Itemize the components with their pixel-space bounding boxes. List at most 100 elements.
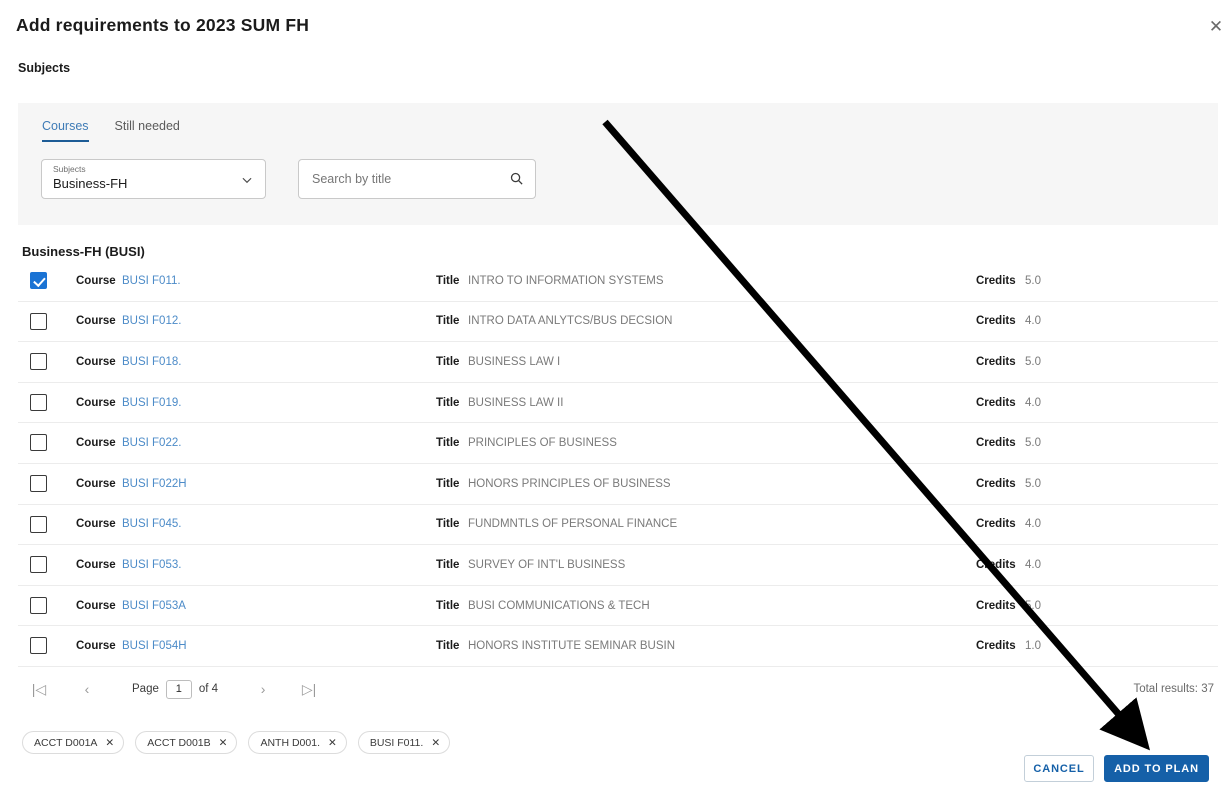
close-icon[interactable]: ✕ bbox=[105, 737, 114, 749]
row-checkbox[interactable] bbox=[30, 597, 47, 614]
credits-label: Credits bbox=[976, 397, 1016, 409]
credits-value: 1.0 bbox=[1025, 640, 1041, 652]
title-label: Title bbox=[436, 559, 459, 571]
course-code-link[interactable]: BUSI F012. bbox=[122, 315, 181, 327]
search-box bbox=[298, 159, 536, 199]
title-label: Title bbox=[436, 315, 459, 327]
course-title-value: PRINCIPLES OF BUSINESS bbox=[468, 437, 617, 449]
credits-label: Credits bbox=[976, 437, 1016, 449]
close-icon[interactable]: ✕ bbox=[219, 737, 228, 749]
credits-value: 5.0 bbox=[1025, 478, 1041, 490]
course-code-link[interactable]: BUSI F018. bbox=[122, 356, 181, 368]
course-code-link[interactable]: BUSI F053. bbox=[122, 559, 181, 571]
filter-panel: Courses Still needed Subjects Business-F… bbox=[18, 103, 1218, 225]
row-checkbox[interactable] bbox=[30, 434, 47, 451]
course-label: Course bbox=[76, 437, 116, 449]
row-checkbox[interactable] bbox=[30, 556, 47, 573]
row-checkbox[interactable] bbox=[30, 272, 47, 289]
table-row: Course BUSI F019. Title BUSINESS LAW II … bbox=[18, 383, 1218, 424]
tab-still-needed-label: Still needed bbox=[115, 119, 180, 133]
title-label: Title bbox=[436, 640, 459, 652]
page-total-label: of 4 bbox=[199, 683, 218, 695]
tab-bar: Courses Still needed bbox=[42, 119, 180, 142]
table-row: Course BUSI F011. Title INTRO TO INFORMA… bbox=[18, 261, 1218, 302]
title-label: Title bbox=[436, 518, 459, 530]
row-checkbox[interactable] bbox=[30, 516, 47, 533]
table-row: Course BUSI F045. Title FUNDMNTLS OF PER… bbox=[18, 505, 1218, 546]
add-to-plan-button[interactable]: ADD TO PLAN bbox=[1104, 755, 1209, 782]
course-title-value: BUSINESS LAW I bbox=[468, 356, 560, 368]
credits-value: 5.0 bbox=[1025, 600, 1041, 612]
course-label: Course bbox=[76, 640, 116, 652]
course-label: Course bbox=[76, 315, 116, 327]
list-item[interactable]: BUSI F011. ✕ bbox=[358, 731, 450, 754]
course-code-link[interactable]: BUSI F053A bbox=[122, 600, 186, 612]
row-checkbox[interactable] bbox=[30, 475, 47, 492]
row-checkbox[interactable] bbox=[30, 637, 47, 654]
subjects-select-label: Subjects bbox=[53, 164, 86, 174]
row-checkbox[interactable] bbox=[30, 313, 47, 330]
page-title: Add requirements to 2023 SUM FH bbox=[16, 15, 309, 36]
credits-value: 5.0 bbox=[1025, 356, 1041, 368]
course-label: Course bbox=[76, 600, 116, 612]
total-results: Total results: 37 bbox=[1133, 683, 1214, 695]
group-heading: Business-FH (BUSI) bbox=[22, 244, 145, 259]
credits-value: 5.0 bbox=[1025, 275, 1041, 287]
table-row: Course BUSI F018. Title BUSINESS LAW I C… bbox=[18, 342, 1218, 383]
credits-label: Credits bbox=[976, 518, 1016, 530]
course-label: Course bbox=[76, 518, 116, 530]
course-list: Course BUSI F011. Title INTRO TO INFORMA… bbox=[18, 261, 1218, 667]
add-requirements-dialog: Add requirements to 2023 SUM FH ✕ Subjec… bbox=[0, 0, 1225, 794]
row-checkbox[interactable] bbox=[30, 353, 47, 370]
row-checkbox[interactable] bbox=[30, 394, 47, 411]
credits-value: 4.0 bbox=[1025, 315, 1041, 327]
list-item[interactable]: ACCT D001A ✕ bbox=[22, 731, 124, 754]
course-code-link[interactable]: BUSI F045. bbox=[122, 518, 181, 530]
list-item[interactable]: ACCT D001B ✕ bbox=[135, 731, 237, 754]
course-code-link[interactable]: BUSI F022. bbox=[122, 437, 181, 449]
chip-label: ACCT D001B bbox=[147, 737, 210, 749]
dialog-actions: CANCEL ADD TO PLAN bbox=[1024, 755, 1209, 782]
course-code-link[interactable]: BUSI F011. bbox=[122, 275, 181, 287]
close-icon[interactable]: ✕ bbox=[1203, 14, 1225, 40]
subjects-select[interactable]: Subjects Business-FH bbox=[41, 159, 266, 199]
course-code-link[interactable]: BUSI F054H bbox=[122, 640, 187, 652]
tab-courses-label: Courses bbox=[42, 119, 89, 133]
cancel-button[interactable]: CANCEL bbox=[1024, 755, 1094, 782]
previous-page-icon[interactable]: ‹ bbox=[76, 681, 98, 697]
course-label: Course bbox=[76, 397, 116, 409]
subjects-section-label: Subjects bbox=[18, 61, 70, 75]
credits-label: Credits bbox=[976, 315, 1016, 327]
credits-label: Credits bbox=[976, 640, 1016, 652]
close-icon[interactable]: ✕ bbox=[431, 737, 440, 749]
credits-value: 4.0 bbox=[1025, 559, 1041, 571]
course-label: Course bbox=[76, 478, 116, 490]
credits-label: Credits bbox=[976, 478, 1016, 490]
last-page-icon[interactable]: ▷| bbox=[298, 681, 320, 698]
search-icon[interactable] bbox=[509, 171, 524, 186]
list-item[interactable]: ANTH D001. ✕ bbox=[248, 731, 346, 754]
tab-courses[interactable]: Courses bbox=[42, 119, 89, 142]
course-label: Course bbox=[76, 559, 116, 571]
first-page-icon[interactable]: |◁ bbox=[28, 681, 50, 698]
table-row: Course BUSI F022. Title PRINCIPLES OF BU… bbox=[18, 423, 1218, 464]
page-input[interactable] bbox=[166, 680, 192, 699]
tab-still-needed[interactable]: Still needed bbox=[115, 119, 180, 142]
course-title-value: SURVEY OF INT'L BUSINESS bbox=[468, 559, 625, 571]
table-row: Course BUSI F054H Title HONORS INSTITUTE… bbox=[18, 626, 1218, 667]
title-label: Title bbox=[436, 397, 459, 409]
pagination: |◁ ‹ Page of 4 › ▷| Total results: 37 bbox=[18, 668, 1218, 710]
search-input[interactable] bbox=[310, 160, 500, 198]
course-code-link[interactable]: BUSI F022H bbox=[122, 478, 187, 490]
title-label: Title bbox=[436, 356, 459, 368]
chip-label: ANTH D001. bbox=[260, 737, 320, 749]
title-label: Title bbox=[436, 478, 459, 490]
close-icon[interactable]: ✕ bbox=[328, 737, 337, 749]
table-row: Course BUSI F053. Title SURVEY OF INT'L … bbox=[18, 545, 1218, 586]
next-page-icon[interactable]: › bbox=[252, 681, 274, 697]
selected-chips: ACCT D001A ✕ ACCT D001B ✕ ANTH D001. ✕ B… bbox=[22, 731, 450, 754]
table-row: Course BUSI F022H Title HONORS PRINCIPLE… bbox=[18, 464, 1218, 505]
course-title-value: FUNDMNTLS OF PERSONAL FINANCE bbox=[468, 518, 677, 530]
course-code-link[interactable]: BUSI F019. bbox=[122, 397, 181, 409]
subjects-select-value: Business-FH bbox=[53, 176, 127, 191]
